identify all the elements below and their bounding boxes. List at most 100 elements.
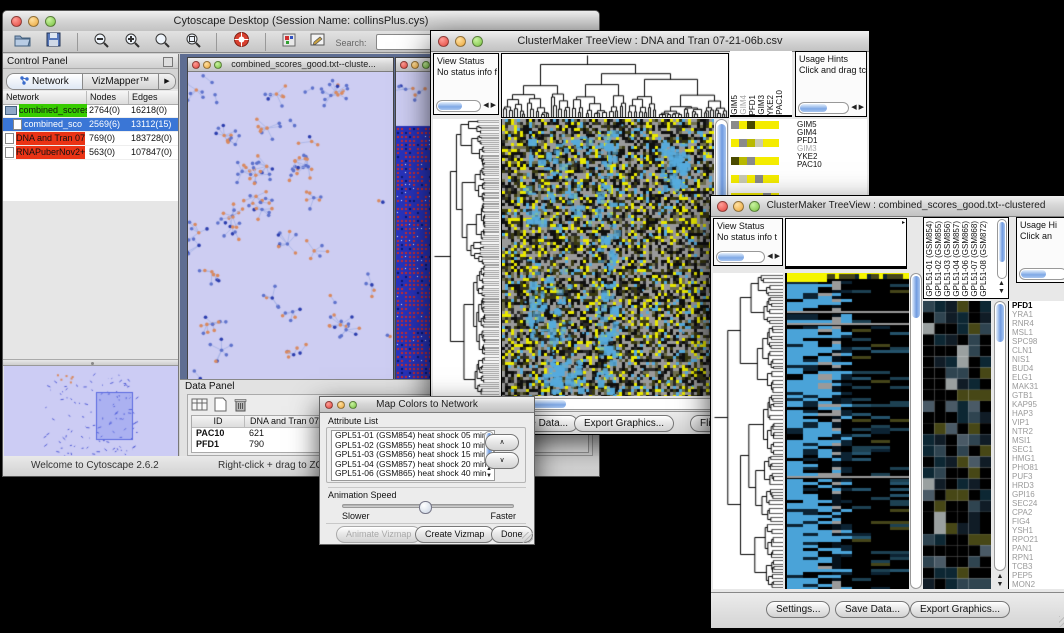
gene-label[interactable]: MON2 (1009, 580, 1064, 589)
matrix-cell[interactable] (763, 157, 771, 165)
scroll-down-icon[interactable]: ▼ (995, 581, 1005, 589)
gene-label[interactable]: NIS1 (1009, 355, 1064, 364)
gene-label[interactable]: NTR2 (1009, 427, 1064, 436)
gene-label[interactable]: PEP5 (1009, 571, 1064, 580)
tv2-row-dendrogram-canvas[interactable] (713, 273, 783, 589)
gene-label[interactable]: VIP1 (1009, 418, 1064, 427)
export-graphics-button[interactable]: Export Graphics... (574, 415, 674, 432)
zoom-window-icon[interactable] (214, 61, 222, 69)
gene-label[interactable]: TCB3 (1009, 562, 1064, 571)
matrix-cell[interactable] (739, 157, 747, 165)
scroll-right-icon[interactable]: ▶ (775, 251, 780, 263)
tv2-column-labels-scrollbar[interactable] (997, 219, 1007, 279)
tv1-status-scrollbar[interactable] (436, 100, 481, 112)
gene-label[interactable]: MAK31 (1009, 382, 1064, 391)
gene-label[interactable]: RNR4 (1009, 319, 1064, 328)
scroll-up-icon[interactable]: ▲ (995, 573, 1005, 581)
gene-label[interactable]: YSH1 (1009, 526, 1064, 535)
gene-label[interactable]: PFD1 (1009, 301, 1064, 310)
gene-label[interactable]: PAN1 (1009, 544, 1064, 553)
attribute-select-icon[interactable] (191, 397, 208, 417)
matrix-cell[interactable] (731, 121, 739, 129)
vizmapper-icon[interactable] (282, 33, 296, 52)
scroll-down-icon[interactable]: ▼ (484, 473, 494, 480)
treeview-combined-title-bar[interactable]: ClusterMaker TreeView : combined_scores_… (711, 196, 1064, 217)
tv2-zoom-vscrollbar[interactable] (994, 301, 1006, 571)
col-nodes[interactable]: Nodes (87, 91, 129, 104)
zoom-window-icon[interactable] (472, 36, 483, 47)
scroll-up-icon[interactable]: ▲ (997, 280, 1006, 288)
matrix-cell[interactable] (771, 175, 779, 183)
tv1-row-label[interactable]: PAC10 (797, 161, 822, 169)
tv2-usage-scrollbar[interactable] (1019, 268, 1064, 280)
panel-splitter[interactable] (3, 359, 178, 366)
zoom-out-icon[interactable] (93, 32, 109, 53)
resize-grip[interactable] (522, 532, 533, 543)
treeview-dna-title-bar[interactable]: ClusterMaker TreeView : DNA and Tran 07-… (431, 31, 869, 52)
tv2-column-label[interactable]: GPL51-08 (GSM872) (979, 221, 988, 297)
gene-label[interactable]: HRD3 (1009, 481, 1064, 490)
gene-label[interactable]: PHO81 (1009, 463, 1064, 472)
annotation-icon[interactable] (310, 33, 326, 52)
scroll-left-icon[interactable]: ◀ (851, 102, 856, 114)
tv1-usage-scrollbar[interactable] (798, 102, 849, 114)
close-icon[interactable] (11, 16, 22, 27)
move-down-button[interactable]: ∨ (485, 452, 519, 469)
zoom-selected-icon[interactable] (154, 32, 170, 53)
matrix-cell[interactable] (731, 139, 739, 147)
matrix-cell[interactable] (763, 121, 771, 129)
gene-label[interactable]: PUF3 (1009, 472, 1064, 481)
dialog-title-bar[interactable]: Map Colors to Network (320, 397, 534, 413)
minimize-icon[interactable] (203, 61, 211, 69)
scroll-down-icon[interactable]: ▼ (997, 288, 1006, 296)
tv2-column-label[interactable]: GPL51-04 (GSM857) (952, 221, 961, 297)
animate-vizmap-button[interactable]: Animate Vizmap (336, 526, 421, 543)
network-overview-canvas[interactable] (4, 366, 178, 461)
matrix-cell[interactable] (763, 175, 771, 183)
close-icon[interactable] (438, 36, 449, 47)
col-edges[interactable]: Edges (129, 91, 178, 104)
network-row[interactable]: combined_scores2764(0)16218(0) (3, 104, 178, 118)
zoom-window-icon[interactable] (422, 61, 430, 69)
tv1-column-label[interactable]: GIM4 (739, 95, 748, 115)
gene-label[interactable]: SEC24 (1009, 499, 1064, 508)
zoom-window-icon[interactable] (45, 16, 56, 27)
tv2-column-label[interactable]: GPL51-02 (GSM855) (934, 221, 943, 297)
scroll-right-icon[interactable]: ▶ (859, 102, 864, 114)
matrix-cell[interactable] (731, 157, 739, 165)
matrix-cell[interactable] (739, 175, 747, 183)
minimize-icon[interactable] (733, 201, 744, 212)
delete-attribute-icon[interactable] (234, 397, 247, 417)
matrix-cell[interactable] (755, 175, 763, 183)
gene-label[interactable]: RPO21 (1009, 535, 1064, 544)
network-view-1-canvas[interactable] (188, 72, 393, 379)
matrix-cell[interactable] (739, 139, 747, 147)
create-vizmap-button[interactable]: Create Vizmap (415, 526, 494, 543)
tv2-column-label[interactable]: GPL51-07 (GSM868) (970, 221, 979, 297)
gene-label[interactable]: GPI16 (1009, 490, 1064, 499)
save-icon[interactable] (46, 32, 61, 52)
move-up-button[interactable]: ∧ (485, 434, 519, 451)
gene-label[interactable]: FIG4 (1009, 517, 1064, 526)
save-data-button[interactable]: Save Data... (835, 601, 910, 618)
gene-label[interactable]: CLN1 (1009, 346, 1064, 355)
tv1-heatmap-canvas[interactable] (501, 119, 714, 396)
animation-slider-thumb[interactable] (419, 501, 432, 514)
matrix-cell[interactable] (747, 121, 755, 129)
tab-network[interactable]: Network (7, 74, 83, 89)
scroll-right-icon[interactable]: ▶ (491, 100, 496, 112)
close-icon[interactable] (717, 201, 728, 212)
export-graphics-button[interactable]: Export Graphics... (910, 601, 1010, 618)
gene-label[interactable]: RPN1 (1009, 553, 1064, 562)
scroll-left-icon[interactable]: ◀ (767, 251, 772, 263)
gene-label[interactable]: HAP3 (1009, 409, 1064, 418)
tv2-vscrollbar[interactable] (910, 273, 922, 589)
tv1-column-label[interactable]: YKE2 (766, 95, 775, 115)
zoom-in-icon[interactable] (124, 32, 140, 53)
close-icon[interactable] (325, 401, 333, 409)
zoom-window-icon[interactable] (349, 401, 357, 409)
matrix-cell[interactable] (755, 157, 763, 165)
tv1-column-label[interactable]: GIM3 (757, 95, 766, 115)
tab-vizmapper[interactable]: VizMapper™ (83, 74, 159, 89)
gene-label[interactable]: GTB1 (1009, 391, 1064, 400)
